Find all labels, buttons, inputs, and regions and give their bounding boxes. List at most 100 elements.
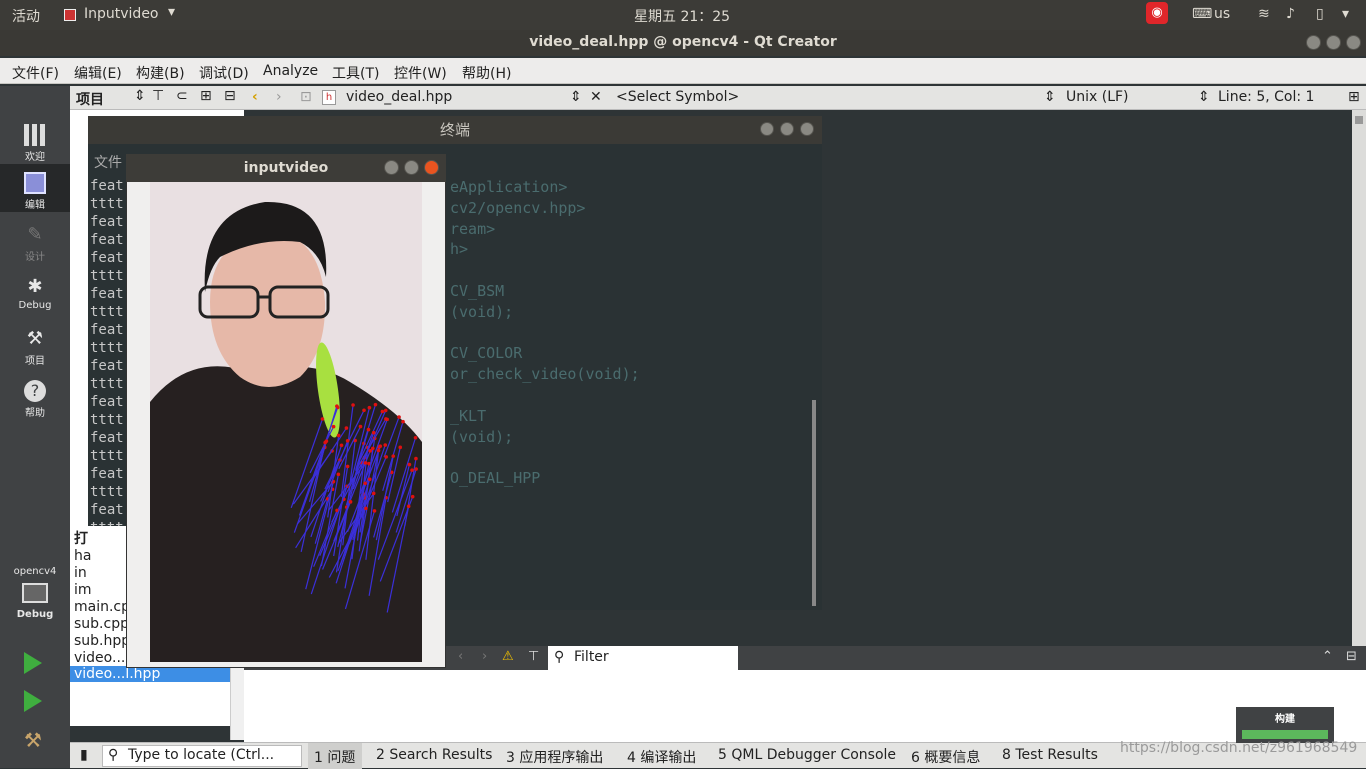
menu-tools[interactable]: 工具(T) — [332, 63, 379, 83]
list-item[interactable]: main.cp — [74, 599, 130, 615]
editor-scrollbar[interactable] — [1352, 110, 1366, 646]
feature-point — [373, 402, 378, 407]
filter-icon[interactable]: ⊤ — [528, 649, 539, 664]
feature-point — [351, 403, 355, 407]
music-tray-icon[interactable]: ◉ — [1146, 2, 1168, 24]
issues-filter-input[interactable]: ⚲ Filter — [548, 646, 738, 670]
sidebar-item-debug[interactable]: ✱ Debug — [0, 268, 70, 318]
volume-icon[interactable]: ♪ — [1286, 6, 1295, 22]
terminal-minimize-button[interactable] — [760, 122, 774, 136]
build-progress[interactable]: 构建 — [1236, 707, 1334, 743]
terminal-line: tttt — [90, 196, 124, 212]
forward-icon[interactable]: › — [276, 89, 282, 105]
close-pane-icon[interactable]: ⊟ — [224, 88, 236, 104]
back-icon[interactable]: ‹ — [252, 89, 258, 105]
menu-help[interactable]: 帮助(H) — [462, 63, 511, 83]
menu-controls[interactable]: 控件(W) — [394, 63, 447, 83]
kit-selector[interactable]: opencv4 Debug — [0, 564, 70, 634]
list-item-selected[interactable]: video...l.hpp — [70, 666, 230, 682]
cursor-position[interactable]: Line: 5, Col: 1 — [1218, 89, 1314, 105]
list-item[interactable]: sub.cpp — [74, 616, 129, 632]
keyboard-icon[interactable]: ⌨ — [1192, 6, 1212, 22]
build-hammer-icon[interactable]: ⚒ — [24, 728, 42, 752]
video-close-button[interactable] — [424, 160, 439, 175]
power-menu-icon[interactable]: ▾ — [1342, 6, 1349, 22]
code-line: eApplication> — [450, 178, 568, 196]
sidebar-item-edit[interactable]: 编辑 — [0, 164, 70, 212]
menu-file[interactable]: 文件(F) — [12, 63, 59, 83]
menu-build[interactable]: 构建(B) — [136, 63, 185, 83]
sidebar-item-design[interactable]: ✎ 设计 — [0, 216, 70, 266]
close-pane-icon[interactable]: ⊟ — [1346, 649, 1357, 664]
sidebar-item-help[interactable]: ? 帮助 — [0, 372, 70, 422]
menu-analyze[interactable]: Analyze — [263, 63, 318, 79]
next-issue-icon[interactable]: › — [482, 649, 487, 664]
link-icon[interactable]: ⊂ — [176, 88, 188, 104]
tab-application-output[interactable]: 3 应用程序输出 — [506, 747, 603, 767]
terminal-line: tttt — [90, 484, 124, 500]
clock[interactable]: 星期五 21：25 — [634, 6, 730, 26]
app-menu[interactable]: Inputvideo — [84, 6, 159, 22]
sidebar-toggle-icon[interactable]: ▮ — [80, 747, 88, 763]
wifi-icon[interactable]: ≋ — [1258, 6, 1270, 22]
list-item[interactable]: sub.hpp — [74, 633, 130, 649]
maximize-pane-icon[interactable]: ⌃ — [1322, 649, 1333, 664]
keyboard-layout[interactable]: us — [1214, 6, 1230, 22]
debug-run-button[interactable] — [24, 690, 42, 712]
code-line: (void); — [450, 427, 514, 446]
sidebar-item-projects[interactable]: ⚒ 项目 — [0, 320, 70, 370]
minimize-button[interactable] — [1306, 35, 1321, 50]
split-icon[interactable]: ⊞ — [1348, 89, 1360, 105]
terminal-line: feat — [90, 286, 124, 302]
tab-qml-debugger[interactable]: 5 QML Debugger Console — [718, 747, 896, 763]
maximize-button[interactable] — [1326, 35, 1341, 50]
warning-icon[interactable]: ⚠ — [502, 649, 514, 664]
project-view-selector[interactable]: 项目 — [76, 89, 104, 109]
project-panel-header: 项目 ⇕ ⊤ ⊂ ⊞ ⊟ — [70, 86, 244, 110]
terminal-file-menu[interactable]: 文件 — [94, 152, 122, 172]
close-button[interactable] — [1346, 35, 1361, 50]
open-file-selector[interactable]: video_deal.hpp — [346, 89, 452, 105]
feature-point — [376, 448, 381, 453]
list-item[interactable]: im — [74, 582, 92, 598]
pen-icon: ✎ — [27, 224, 43, 245]
list-item[interactable]: ha — [74, 548, 91, 564]
tab-test-results[interactable]: 8 Test Results — [1002, 747, 1098, 763]
activities-button[interactable]: 活动 — [12, 6, 40, 26]
updown-icon: ⇕ — [1044, 89, 1056, 105]
tab-search-results[interactable]: 2 Search Results — [376, 747, 492, 763]
feature-point — [372, 509, 377, 513]
run-button[interactable] — [24, 652, 42, 674]
menu-edit[interactable]: 编辑(E) — [74, 63, 122, 83]
feature-point — [363, 481, 367, 486]
terminal-close-button[interactable] — [800, 122, 814, 136]
issues-list[interactable] — [244, 670, 1366, 742]
symbol-selector[interactable]: <Select Symbol> — [616, 89, 739, 105]
grid-icon — [24, 124, 46, 146]
video-maximize-button[interactable] — [404, 160, 419, 175]
video-minimize-button[interactable] — [384, 160, 399, 175]
terminal-scrollbar[interactable] — [812, 400, 816, 606]
list-item[interactable]: in — [74, 565, 87, 581]
tab-issues[interactable]: 1 问题 — [314, 747, 355, 767]
menu-debug[interactable]: 调试(D) — [199, 63, 249, 83]
code-line: or_check_video(void); — [450, 365, 640, 384]
list-item[interactable]: video... — [74, 650, 125, 666]
terminal-maximize-button[interactable] — [780, 122, 794, 136]
tab-general-messages[interactable]: 6 概要信息 — [911, 747, 980, 767]
terminal-line: feat — [90, 232, 124, 248]
feature-point — [364, 506, 368, 511]
sidebar-item-welcome[interactable]: 欢迎 — [0, 116, 70, 166]
battery-icon[interactable]: ▯ — [1316, 6, 1324, 22]
bug-icon: ✱ — [27, 276, 43, 297]
tab-compile-output[interactable]: 4 编译输出 — [627, 747, 696, 767]
close-document-icon[interactable]: ✕ — [590, 89, 602, 105]
terminal-line: feat — [90, 358, 124, 374]
feature-point — [406, 504, 411, 509]
split-icon[interactable]: ⊞ — [200, 88, 212, 104]
feature-point — [371, 430, 376, 435]
prev-issue-icon[interactable]: ‹ — [458, 649, 463, 664]
filter-icon[interactable]: ⊤ — [152, 88, 164, 104]
line-ending-selector[interactable]: Unix (LF) — [1066, 89, 1129, 105]
window-title-bar: video_deal.hpp @ opencv4 - Qt Creator — [0, 30, 1366, 56]
